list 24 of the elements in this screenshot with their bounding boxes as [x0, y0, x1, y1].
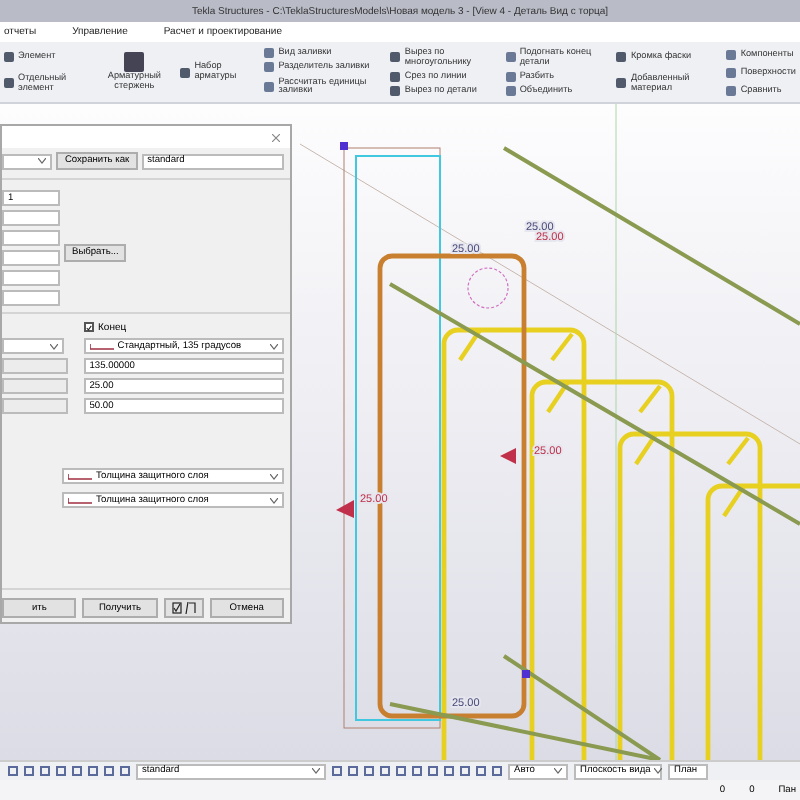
dropdown-caret-icon: [270, 473, 278, 479]
dropdown-caret-icon: [654, 768, 663, 774]
dropdown-caret-icon: [270, 343, 278, 349]
hook-shape-icon: [89, 342, 114, 350]
text-field[interactable]: [2, 210, 60, 226]
text-field[interactable]: [2, 270, 60, 286]
dropdown-caret-icon: [38, 158, 47, 164]
bend-radius-circle: [467, 267, 509, 309]
dropdown-caret-icon: [270, 497, 278, 503]
handle-point[interactable]: [522, 670, 530, 678]
text-field[interactable]: [2, 230, 60, 246]
dropdown-caret-icon: [49, 343, 58, 349]
dimension-arrow-icon: [500, 448, 516, 464]
hook-shape-icon: [68, 496, 92, 504]
dimension-arrow-icon: [336, 500, 354, 518]
dropdown-caret-icon: [554, 768, 562, 774]
hook-shape-icon: [68, 472, 92, 480]
close-icon[interactable]: [272, 133, 280, 141]
dropdown-caret-icon: [312, 768, 320, 774]
toggle-checkbox-button[interactable]: [163, 598, 204, 618]
text-field[interactable]: [2, 290, 60, 306]
handle-point[interactable]: [340, 142, 348, 150]
text-field[interactable]: [2, 250, 60, 266]
end-checkbox[interactable]: [84, 322, 94, 332]
